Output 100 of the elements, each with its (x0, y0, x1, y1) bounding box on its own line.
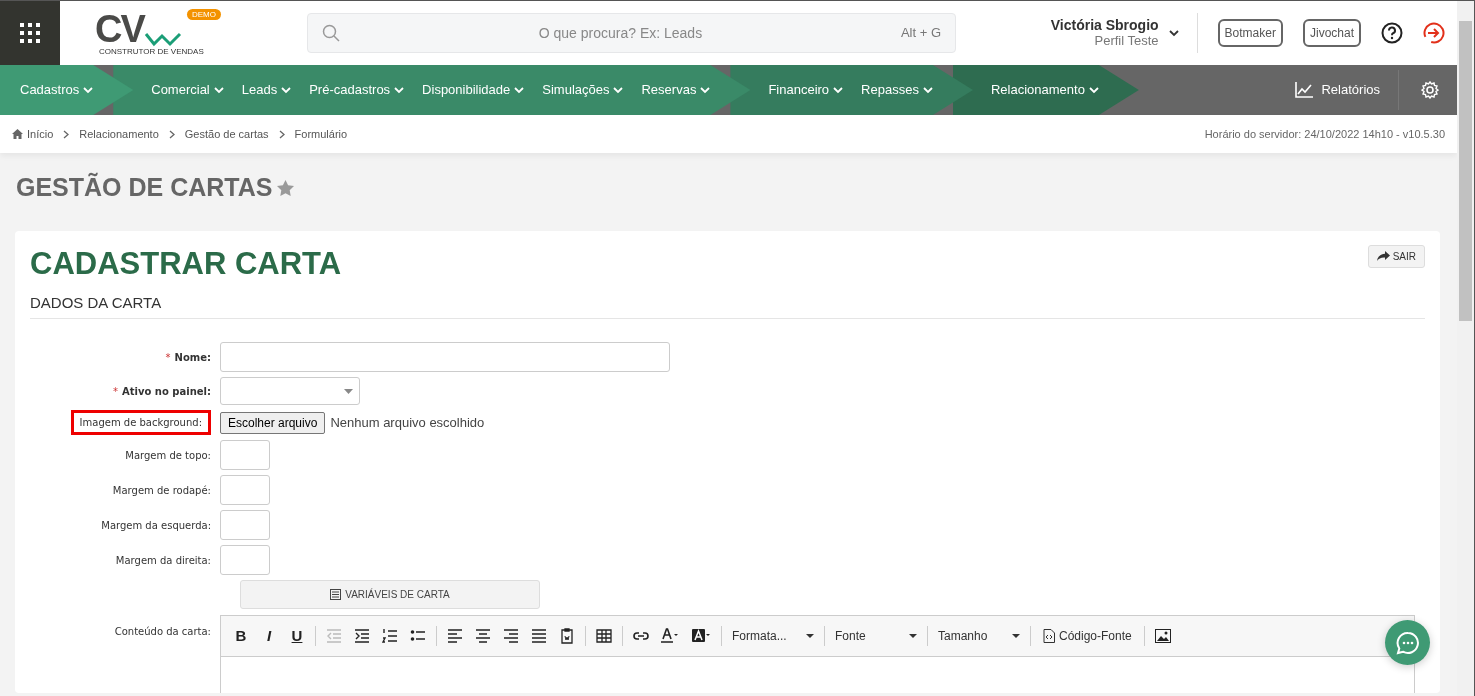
field-label: Margem da esquerda: (101, 518, 211, 533)
grid-icon (20, 23, 40, 43)
chevron-right-icon (63, 129, 70, 139)
indent-icon (354, 628, 370, 645)
number-input[interactable] (220, 440, 270, 471)
code-file-icon (1043, 629, 1055, 644)
chevron-down-icon (281, 86, 292, 94)
server-time: Horário do servidor: 24/10/2022 14h10 - v10.5.30 (1204, 126, 1445, 142)
number-input[interactable] (220, 475, 270, 506)
search-field[interactable]: O que procura? Ex: Leads (340, 15, 901, 51)
text-input[interactable] (220, 342, 670, 373)
field-label: * Ativo no painel: (113, 384, 211, 399)
field-label: * Nome: (165, 350, 211, 365)
chat-button[interactable]: Botmaker (1217, 19, 1283, 47)
toolbar-dropdown[interactable]: Fonte (831, 627, 921, 646)
paste-document-icon (559, 628, 575, 645)
select-field[interactable] (220, 377, 360, 406)
settings-icon[interactable] (1421, 81, 1439, 99)
text-color-icon (661, 628, 680, 645)
menu-item[interactable]: Reservas (641, 80, 711, 100)
format-button[interactable]: B (229, 624, 253, 649)
field-label: Conteúdo da carta: (114, 625, 211, 640)
choose-file-button[interactable]: Escolher arquivo (220, 411, 326, 434)
chat-bubble-icon (1395, 630, 1420, 655)
shortcut-hint: Alt + G (900, 24, 941, 43)
line-chart-icon (1295, 82, 1314, 98)
search-bar[interactable]: O que procura? Ex: Leads Alt + G (307, 13, 956, 53)
chevron-down-icon (213, 86, 224, 94)
menu-item[interactable]: Leads (241, 80, 292, 100)
chevron-down-icon (700, 86, 711, 94)
logo-text: CV (95, 10, 144, 47)
align-right-icon (503, 628, 519, 645)
user-profile: Perfil Teste (1093, 33, 1159, 49)
table-icon (596, 628, 612, 645)
wave-logo-icon (143, 30, 182, 47)
chat-button[interactable]: Jivochat (1302, 19, 1361, 47)
numbered-list-icon (382, 628, 398, 645)
caret-down-icon (909, 634, 917, 639)
exit-button[interactable]: SAIR (1367, 244, 1425, 268)
chevron-right-icon (168, 129, 175, 139)
search-icon (322, 24, 340, 42)
menu-item[interactable]: Simulações (542, 80, 624, 100)
chevron-down-icon (922, 86, 933, 94)
menu-item[interactable]: Relacionamento (990, 80, 1099, 100)
format-button[interactable]: U (285, 624, 309, 649)
menu-item[interactable]: Repasses (861, 80, 933, 100)
menu-item[interactable]: Disponibilidade (422, 80, 525, 100)
required-asterisk: * (165, 351, 171, 363)
caret-down-icon (1012, 634, 1020, 639)
align-center-icon (475, 628, 491, 645)
menu-item[interactable]: Financeiro (768, 80, 844, 100)
form-title: CADASTRAR CARTA (30, 244, 342, 282)
variables-button[interactable]: VARIÁVEIS DE CARTA (240, 580, 540, 610)
logo-tagline: CONSTRUTOR DE VENDAS (99, 46, 205, 56)
file-status: Nenhum arquivo escolhido (330, 413, 485, 432)
share-arrow-icon (1376, 251, 1390, 261)
user-name: Victória Sbrogio (1050, 17, 1159, 33)
chevron-down-icon (613, 86, 624, 94)
chevron-down-icon (1088, 86, 1099, 94)
rich-text-editor[interactable]: B I U Formata... Fonte Tamanho Código-Fonte (220, 615, 1415, 693)
chevron-down-icon (83, 86, 94, 94)
highlighted-field-label: Imagem de background: (70, 410, 211, 436)
source-code-button[interactable]: Código-Fonte (1037, 626, 1138, 647)
page-title: GESTÃO DE CARTAS (16, 171, 273, 203)
chevron-down-icon (394, 86, 405, 94)
outdent-icon (326, 628, 342, 645)
logout-icon[interactable] (1423, 22, 1445, 44)
apps-menu-button[interactable] (0, 1, 60, 65)
chevron-right-icon (278, 129, 285, 139)
caret-down-icon (344, 388, 353, 394)
section-heading: DADOS DA CARTA (30, 291, 1425, 320)
breadcrumb-link[interactable]: Formulário (294, 125, 348, 143)
home-icon[interactable] (12, 129, 23, 139)
demo-badge: DEMO (187, 8, 221, 20)
number-input[interactable] (220, 510, 270, 541)
chevron-down-icon (833, 86, 844, 94)
reports-menu-item[interactable]: Relatórios (1295, 80, 1398, 100)
breadcrumb-link[interactable]: Relacionamento (79, 125, 159, 143)
menu-item[interactable]: Pré-cadastros (309, 80, 405, 100)
breadcrumb-link[interactable]: Gestão de cartas (184, 125, 269, 143)
menu-item[interactable]: Comercial (151, 80, 224, 100)
chevron-down-icon[interactable] (1168, 29, 1179, 37)
format-button[interactable]: I (257, 624, 281, 649)
field-label: Margem de topo: (125, 448, 211, 463)
field-label: Margem da direita: (115, 553, 211, 568)
highlight-color-icon (692, 628, 711, 645)
align-left-icon (447, 628, 463, 645)
breadcrumb-link[interactable]: Início (27, 125, 54, 143)
star-icon[interactable] (276, 179, 294, 196)
number-input[interactable] (220, 545, 270, 576)
list-icon (330, 589, 342, 601)
required-asterisk: * (113, 385, 119, 397)
toolbar-dropdown[interactable]: Tamanho (934, 627, 1024, 646)
image-icon (1154, 628, 1171, 645)
chevron-down-icon (514, 86, 525, 94)
field-label: Margem de rodapé: (112, 483, 211, 498)
toolbar-dropdown[interactable]: Formata... (728, 627, 818, 646)
caret-down-icon (806, 634, 814, 639)
justify-icon (531, 628, 547, 645)
help-icon[interactable] (1381, 22, 1403, 44)
